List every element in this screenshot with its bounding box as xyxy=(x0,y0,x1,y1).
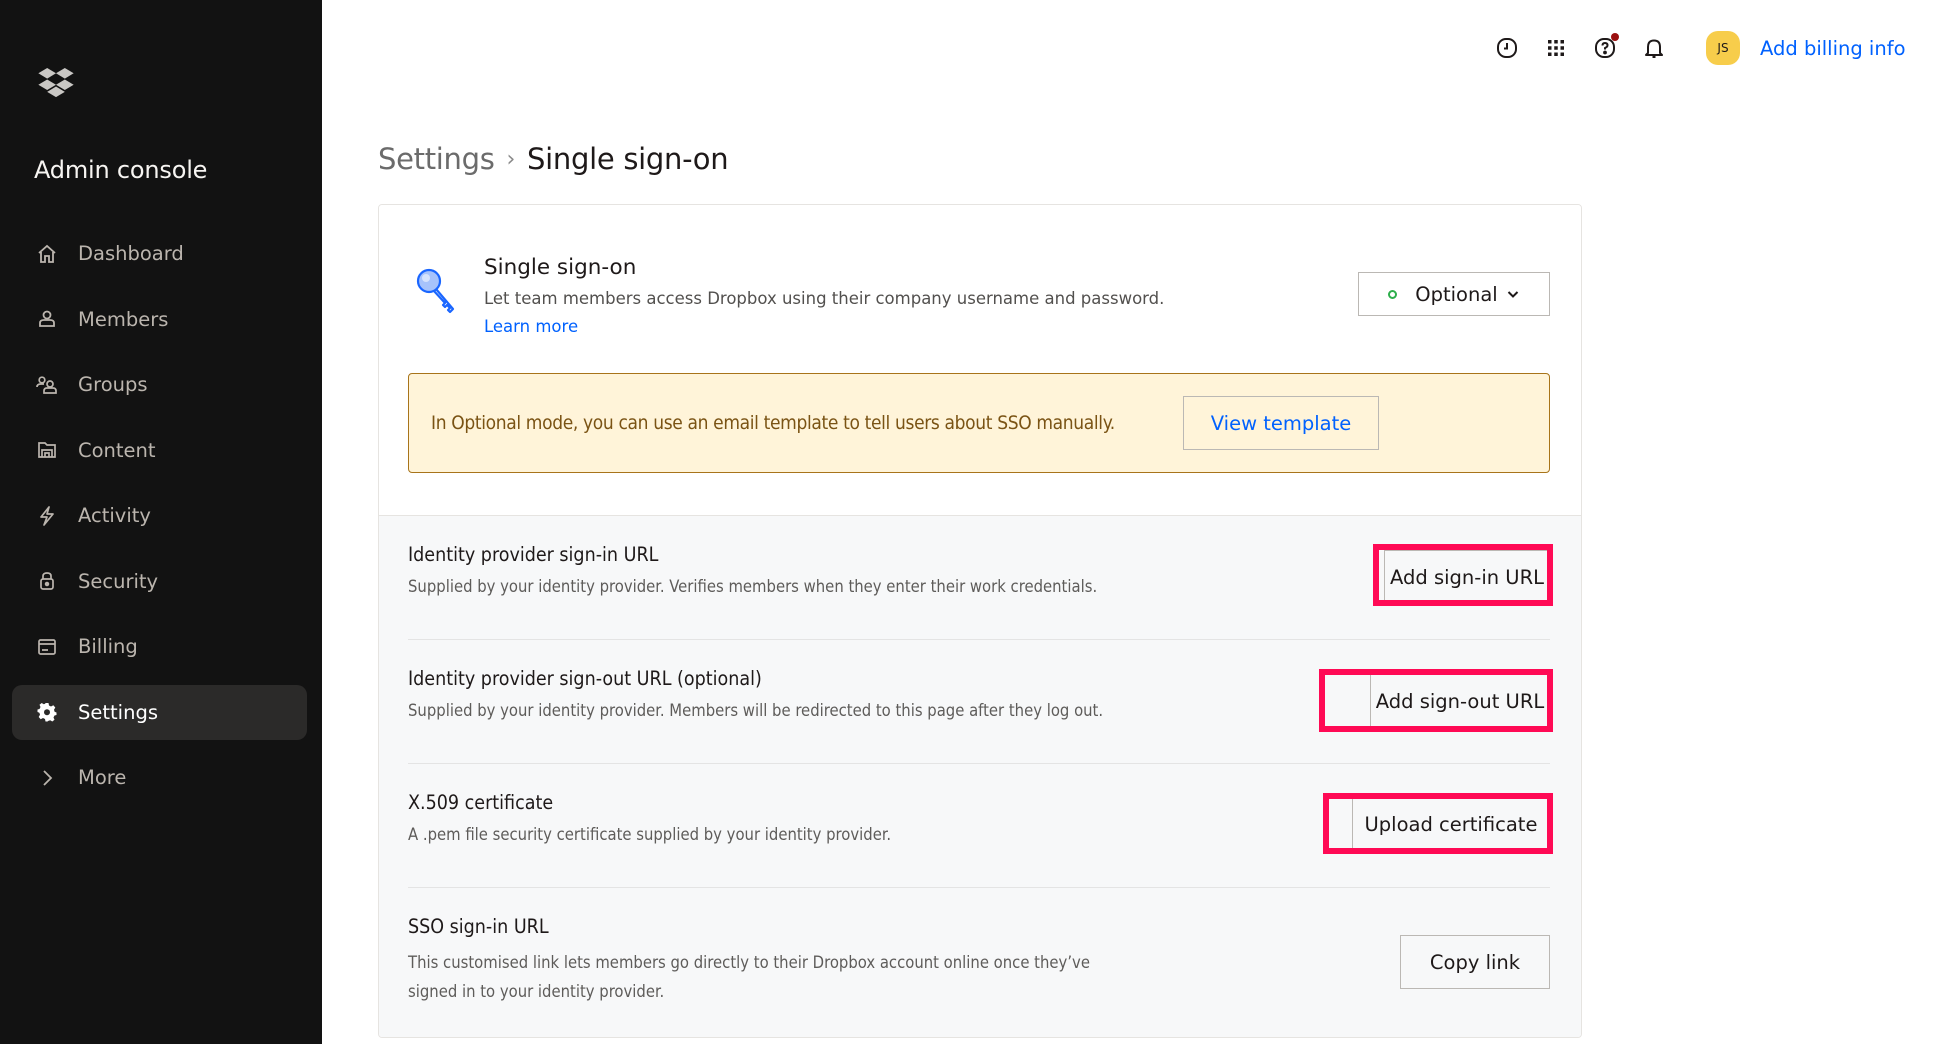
dropbox-logo-icon[interactable] xyxy=(36,68,76,98)
learn-more-link[interactable]: Learn more xyxy=(484,317,578,336)
avatar[interactable]: JS xyxy=(1706,31,1740,65)
sso-description: Let team members access Dropbox using th… xyxy=(484,289,1165,308)
recents-button[interactable] xyxy=(1490,31,1524,65)
notifications-button[interactable] xyxy=(1637,31,1671,65)
lock-icon xyxy=(36,570,58,592)
sidebar-item-label: More xyxy=(78,766,127,789)
home-icon xyxy=(36,243,58,265)
top-bar: JS Add billing info xyxy=(1490,28,1906,68)
sidebar-item-content[interactable]: Content xyxy=(12,423,307,478)
optional-mode-banner: In Optional mode, you can use an email t… xyxy=(408,373,1550,473)
row-title: X.509 certificate xyxy=(408,791,554,814)
person-icon xyxy=(36,308,58,330)
sidebar-item-more[interactable]: More xyxy=(12,750,307,805)
sidebar-item-dashboard[interactable]: Dashboard xyxy=(12,226,307,281)
row-sign-out-url: Identity provider sign-out URL (optional… xyxy=(408,640,1553,764)
sso-mode-dropdown[interactable]: Optional xyxy=(1358,272,1550,316)
apps-button[interactable] xyxy=(1539,31,1573,65)
view-template-button[interactable]: View template xyxy=(1183,396,1379,450)
sso-title: Single sign-on xyxy=(484,255,637,280)
status-indicator-icon xyxy=(1388,289,1398,299)
breadcrumb-settings-link[interactable]: Settings xyxy=(378,142,495,176)
help-button[interactable] xyxy=(1588,31,1622,65)
add-sign-out-url-button[interactable]: Add sign-out URL xyxy=(1370,674,1550,728)
sidebar-item-label: Content xyxy=(78,438,156,462)
sidebar-item-label: Billing xyxy=(78,635,138,658)
sidebar-item-settings[interactable]: Settings xyxy=(12,684,307,740)
row-sso-sign-in-url: SSO sign-in URL This customised link let… xyxy=(408,888,1550,1037)
sso-config-rows: Identity provider sign-in URL Supplied b… xyxy=(379,516,1581,1037)
sso-settings-card: Single sign-on Let team members access D… xyxy=(378,204,1582,1038)
row-sign-in-url: Identity provider sign-in URL Supplied b… xyxy=(408,516,1553,640)
sidebar-item-security[interactable]: Security xyxy=(12,554,307,609)
clock-icon xyxy=(1497,38,1517,58)
apps-grid-icon xyxy=(1548,40,1564,56)
sso-header-section: Single sign-on Let team members access D… xyxy=(379,205,1581,516)
row-title: SSO sign-in URL xyxy=(408,915,549,938)
card-icon xyxy=(36,636,58,658)
sidebar-item-label: Security xyxy=(78,569,159,593)
group-icon xyxy=(36,374,58,396)
row-description: A .pem file security certificate supplie… xyxy=(408,825,892,844)
add-sign-in-url-button[interactable]: Add sign-in URL xyxy=(1384,550,1550,604)
sidebar-item-label: Dashboard xyxy=(78,242,184,265)
sidebar-item-label: Members xyxy=(78,307,169,331)
sidebar-item-label: Groups xyxy=(78,373,148,396)
breadcrumb: Settings › Single sign-on xyxy=(378,142,729,176)
sidebar-item-activity[interactable]: Activity xyxy=(12,488,307,543)
gear-icon xyxy=(36,701,58,723)
upload-certificate-button[interactable]: Upload certificate xyxy=(1352,797,1550,851)
sidebar-item-groups[interactable]: Groups xyxy=(12,357,307,412)
row-description: Supplied by your identity provider. Memb… xyxy=(408,701,1104,720)
sidebar-item-label: Activity xyxy=(78,504,151,527)
key-icon xyxy=(416,268,455,314)
chevron-right-icon xyxy=(36,767,58,789)
breadcrumb-separator-icon: › xyxy=(506,146,516,172)
sidebar-item-billing[interactable]: Billing xyxy=(12,619,307,674)
bell-icon xyxy=(1645,39,1663,58)
row-description: Supplied by your identity provider. Veri… xyxy=(408,577,1098,596)
folder-icon xyxy=(36,439,58,461)
row-certificate: X.509 certificate A .pem file security c… xyxy=(408,764,1553,888)
sidebar-item-label: Settings xyxy=(78,700,158,724)
sidebar-nav: Dashboard Members Groups Content Activit… xyxy=(12,226,307,816)
row-description-line: This customised link lets members go dir… xyxy=(408,953,1090,972)
sidebar: Admin console Dashboard Members Groups C… xyxy=(0,0,322,1044)
row-title: Identity provider sign-in URL xyxy=(408,543,659,566)
banner-text: In Optional mode, you can use an email t… xyxy=(431,412,1115,434)
page-title: Single sign-on xyxy=(527,142,729,176)
row-description-line: signed in to your identity provider. xyxy=(408,982,665,1001)
console-title: Admin console xyxy=(34,156,208,184)
row-title: Identity provider sign-out URL (optional… xyxy=(408,667,762,690)
chevron-down-icon xyxy=(1507,291,1518,298)
lightning-icon xyxy=(36,505,58,527)
copy-link-button[interactable]: Copy link xyxy=(1400,935,1550,989)
sidebar-item-members[interactable]: Members xyxy=(12,292,307,347)
row-description: This customised link lets members go dir… xyxy=(408,948,1090,1006)
add-billing-info-link[interactable]: Add billing info xyxy=(1760,37,1906,60)
notification-dot xyxy=(1611,33,1619,41)
sso-mode-value: Optional xyxy=(1415,282,1498,306)
